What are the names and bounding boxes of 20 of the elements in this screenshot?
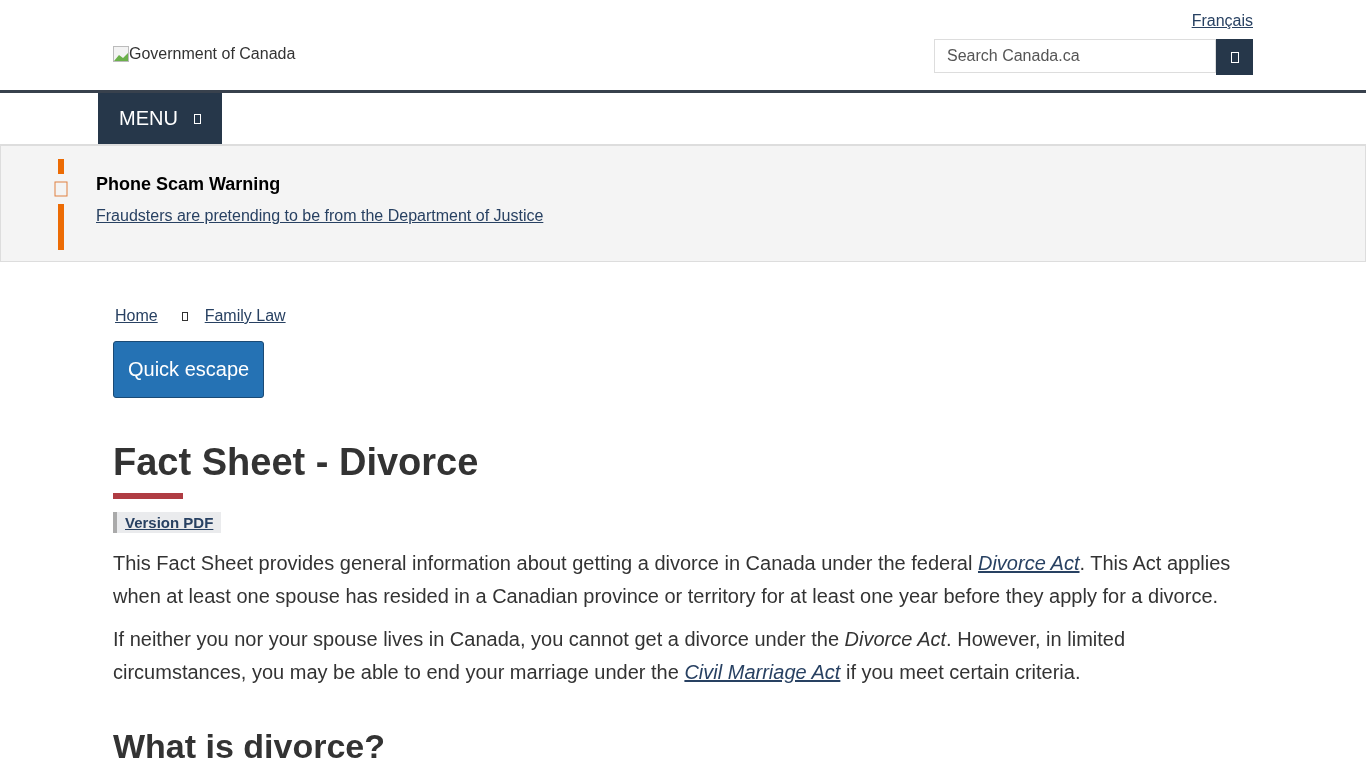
alert-link[interactable]: Fraudsters are pretending to be from the Department of Justice bbox=[96, 207, 544, 225]
accent-bar bbox=[58, 204, 64, 250]
logo-alt-text: Government of Canada bbox=[129, 45, 296, 63]
paragraph: If neither you nor your spouse lives in Canada, you cannot get a divorce under the Divorce Act. However, in limited circumstances, you may be able to end your marriage under the Civil Marriage Act if you meet certain criteria. bbox=[113, 626, 1127, 685]
paragraph: This Fact Sheet provides general information about getting a divorce in Canada under the federal Divorce Act. This Act applies when at least one spouse has resided in a Canadian province or territory for at least one year before they apply for a divorce. bbox=[113, 550, 1232, 609]
breadcrumb-link[interactable]: Family Law bbox=[204, 307, 286, 325]
breadcrumb-link[interactable]: Home bbox=[115, 307, 158, 325]
language-link[interactable]: Français bbox=[1191, 12, 1253, 30]
act-link[interactable]: Divorce Act bbox=[978, 551, 1080, 574]
search-button[interactable] bbox=[1216, 39, 1253, 75]
section-heading: What is divorce? bbox=[113, 726, 387, 766]
accent-bar bbox=[58, 159, 64, 174]
quick-escape-button[interactable]: Quick escape bbox=[113, 341, 265, 398]
page-title: Fact Sheet - Divorce bbox=[113, 442, 480, 484]
act-link[interactable]: Civil Marriage Act bbox=[684, 660, 841, 683]
alert-title: Phone Scam Warning bbox=[96, 174, 282, 195]
pdf-link[interactable]: Version PDF bbox=[113, 511, 222, 533]
broken-image-icon bbox=[113, 46, 129, 62]
search-field[interactable]: Search Canada.ca bbox=[934, 39, 1216, 73]
menu-button[interactable]: MENU bbox=[98, 93, 222, 144]
